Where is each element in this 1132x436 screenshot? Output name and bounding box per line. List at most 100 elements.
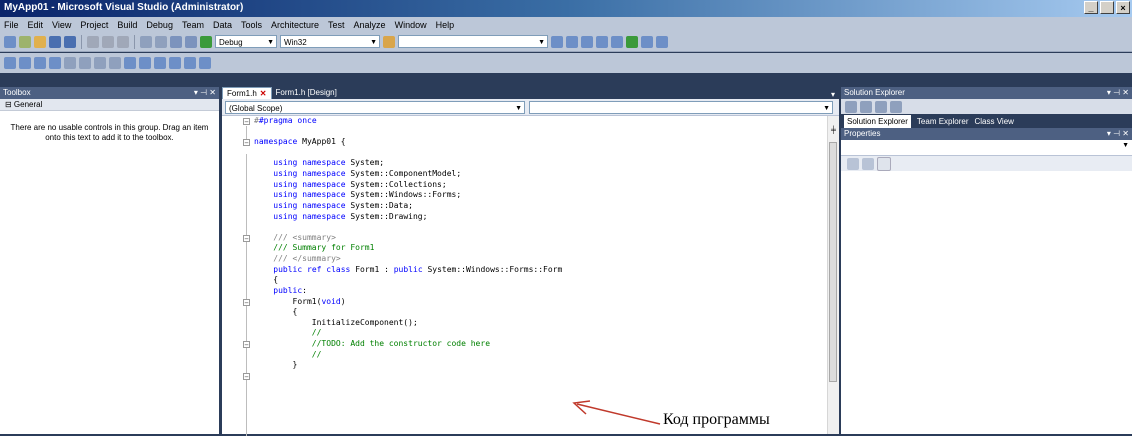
code-line: } — [254, 360, 298, 369]
toggle-bookmark-icon[interactable] — [124, 57, 136, 69]
display-word-completion-icon[interactable] — [49, 57, 61, 69]
properties-icon[interactable] — [845, 100, 857, 113]
start-page-icon[interactable] — [626, 35, 638, 48]
pin-icon[interactable]: ▾ ⊣ ✕ — [1107, 128, 1129, 140]
properties-title: Properties — [844, 129, 881, 138]
menu-window[interactable]: Window — [395, 20, 427, 30]
undo-icon[interactable] — [140, 35, 152, 48]
extension-manager-icon[interactable] — [641, 35, 653, 48]
code-line: using namespace System::Data; — [273, 201, 413, 210]
code-line: using namespace System::Collections; — [273, 180, 447, 189]
navigate-backward-icon[interactable] — [170, 35, 182, 48]
solution-explorer-tabs: Solution Explorer Team Explorer Class Vi… — [841, 114, 1132, 128]
menu-team[interactable]: Team — [182, 20, 204, 30]
solution-platform-select[interactable]: Win32 ▼ — [280, 35, 380, 48]
show-all-files-icon[interactable] — [860, 100, 872, 113]
menu-file[interactable]: File — [4, 20, 19, 30]
next-bookmark-icon[interactable] — [154, 57, 166, 69]
solution-configuration-select[interactable]: Debug ▼ — [215, 35, 277, 48]
navigate-forward-icon[interactable] — [185, 35, 197, 48]
menu-data[interactable]: Data — [213, 20, 232, 30]
tab-solution-explorer[interactable]: Solution Explorer — [844, 114, 911, 128]
menu-project[interactable]: Project — [80, 20, 108, 30]
find-in-files-icon[interactable] — [383, 35, 395, 48]
paste-icon[interactable] — [117, 35, 129, 48]
alphabetical-icon[interactable] — [862, 157, 874, 170]
menu-help[interactable]: Help — [436, 20, 455, 30]
properties-icon[interactable] — [581, 35, 593, 48]
cut-icon[interactable] — [87, 35, 99, 48]
menu-architecture[interactable]: Architecture — [271, 20, 319, 30]
properties-object-select[interactable]: ▼ — [841, 140, 1132, 156]
uncomment-icon[interactable] — [109, 57, 121, 69]
new-project-icon[interactable] — [4, 35, 16, 48]
code-line: // — [254, 328, 322, 337]
next-bookmark-in-folder-icon[interactable] — [184, 57, 196, 69]
menu-debug[interactable]: Debug — [146, 20, 173, 30]
menu-build[interactable]: Build — [117, 20, 137, 30]
pin-icon[interactable]: ▾ ⊣ ✕ — [1107, 87, 1129, 99]
menu-edit[interactable]: Edit — [28, 20, 44, 30]
tab-team-explorer[interactable]: Team Explorer — [917, 117, 969, 126]
increase-indent-icon[interactable] — [79, 57, 91, 69]
code-line: { — [254, 275, 279, 284]
menu-tools[interactable]: Tools — [241, 20, 262, 30]
menu-bar: File Edit View Project Build Debug Team … — [0, 17, 1132, 32]
tab-form1-h[interactable]: Form1.h ✕ — [222, 87, 272, 99]
toolbox-empty-message: There are no usable controls in this gro… — [10, 123, 209, 142]
previous-bookmark-in-folder-icon[interactable] — [169, 57, 181, 69]
split-handle-icon[interactable]: ╪ — [828, 126, 839, 136]
save-icon[interactable] — [49, 35, 61, 48]
toolbox-header: Toolbox ▾ ⊣ ✕ — [0, 87, 219, 99]
vertical-scrollbar[interactable]: ╪ — [827, 116, 839, 434]
display-quick-info-icon[interactable] — [34, 57, 46, 69]
open-file-icon[interactable] — [34, 35, 46, 48]
decrease-indent-icon[interactable] — [64, 57, 76, 69]
tab-class-view[interactable]: Class View — [975, 117, 1014, 126]
find-icon[interactable] — [551, 35, 563, 48]
code-line: { — [254, 307, 298, 316]
display-object-member-list-icon[interactable] — [4, 57, 16, 69]
menu-test[interactable]: Test — [328, 20, 345, 30]
restore-button[interactable] — [1100, 1, 1114, 14]
scope-select[interactable]: (Global Scope) ▼ — [225, 100, 525, 114]
close-button[interactable]: × — [1116, 1, 1130, 14]
collapse-icon[interactable]: − — [243, 235, 250, 243]
refresh-icon[interactable] — [875, 100, 887, 113]
tab-form1-h-design[interactable]: Form1.h [Design] — [272, 87, 341, 99]
toolbox-icon[interactable] — [611, 35, 623, 48]
collapse-icon[interactable]: − — [243, 299, 250, 307]
view-class-diagram-icon[interactable] — [890, 100, 902, 113]
start-debugging-icon[interactable] — [200, 35, 212, 48]
display-parameter-info-icon[interactable] — [19, 57, 31, 69]
collapse-icon[interactable]: − — [243, 373, 250, 381]
collapse-icon[interactable]: − — [243, 139, 250, 147]
redo-icon[interactable] — [155, 35, 167, 48]
chevron-down-icon: ▼ — [538, 39, 545, 46]
solution-explorer-icon[interactable] — [566, 35, 578, 48]
close-icon[interactable]: ✕ — [260, 89, 267, 98]
scrollbar-thumb[interactable] — [829, 142, 837, 382]
toolbox-group-general[interactable]: ⊟ General — [0, 99, 219, 111]
copy-icon[interactable] — [102, 35, 114, 48]
previous-bookmark-icon[interactable] — [139, 57, 151, 69]
chevron-down-icon[interactable]: ▾ — [831, 90, 839, 99]
save-all-icon[interactable] — [64, 35, 76, 48]
pin-icon[interactable]: ▾ ⊣ ✕ — [194, 87, 216, 99]
collapse-icon[interactable]: − — [243, 118, 250, 126]
dock-band — [0, 73, 1132, 87]
menu-analyze[interactable]: Analyze — [354, 20, 386, 30]
property-pages-icon[interactable] — [877, 156, 891, 171]
add-item-icon[interactable] — [19, 35, 31, 48]
more-windows-icon[interactable] — [656, 35, 668, 48]
member-select[interactable]: ▼ — [529, 100, 833, 114]
find-combo[interactable]: ▼ — [398, 35, 548, 48]
categorized-icon[interactable] — [847, 157, 859, 170]
collapse-icon[interactable]: − — [243, 341, 250, 349]
object-browser-icon[interactable] — [596, 35, 608, 48]
comment-out-icon[interactable] — [94, 57, 106, 69]
menu-view[interactable]: View — [52, 20, 71, 30]
clear-bookmarks-icon[interactable] — [199, 57, 211, 69]
minimize-button[interactable]: _ — [1084, 1, 1098, 14]
code-area[interactable]: − − − − − − ##pragma once namespace MyAp… — [222, 116, 828, 436]
